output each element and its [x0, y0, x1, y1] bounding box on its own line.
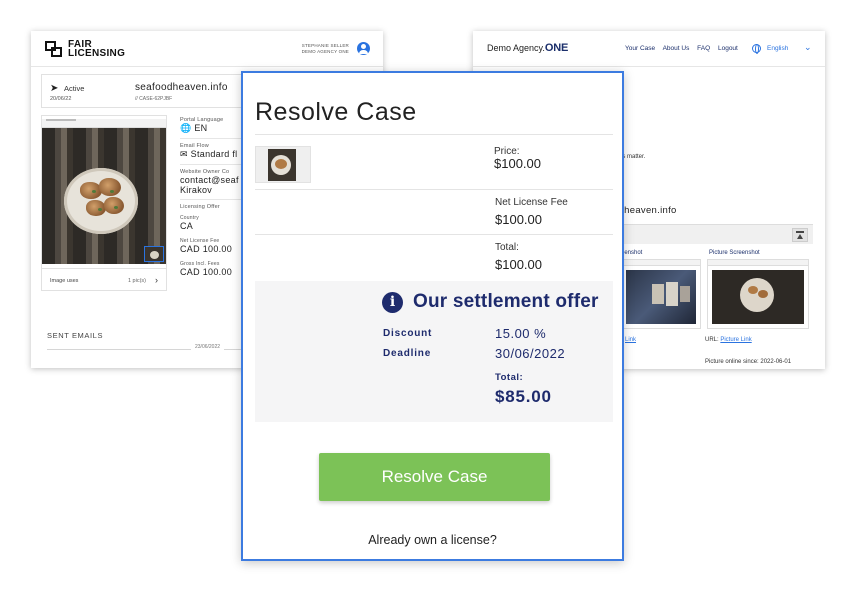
screenshot-link-1[interactable]: Link [625, 337, 636, 343]
chevron-right-icon: › [155, 275, 158, 285]
fl-header: FAIR LICENSING STEPHANIE SELLER DEMO AGE… [31, 31, 383, 67]
fl-case-row[interactable]: ➤ Active 20/06/22 seafoodheaven.info // … [41, 74, 271, 108]
website-screenshot[interactable] [621, 259, 701, 329]
fl-case-date: 20/06/22 [50, 96, 72, 102]
nav-faq[interactable]: FAQ [697, 45, 710, 52]
food-photo [42, 128, 166, 264]
resolve-case-dialog: Resolve Case Price: $100.00 Net License … [241, 71, 624, 561]
price-value: $100.00 [494, 156, 541, 171]
fl-case-info: Portal Language 🌐 EN Email Flow ✉ Standa… [180, 117, 270, 277]
upload-icon[interactable] [792, 228, 808, 242]
da-nav: Your Case About Us FAQ Logout [625, 45, 744, 52]
resolve-case-button[interactable]: Resolve Case [319, 453, 550, 501]
fl-image-card[interactable]: Image uses 1 pic(s) › [41, 115, 167, 291]
mail-icon: ✉ [180, 149, 188, 159]
fl-image-thumbnail[interactable] [144, 246, 164, 262]
nav-logout[interactable]: Logout [718, 45, 738, 52]
composite-stage: FAIR LICENSING STEPHANIE SELLER DEMO AGE… [0, 0, 859, 600]
screenshot-title-2: Picture Screenshot [709, 250, 760, 256]
picture-online-since: Picture online since: 2022-06-01 [705, 359, 792, 365]
screenshot-title-1: eenshot [621, 250, 643, 256]
net-license-fee-value: $100.00 [495, 212, 542, 227]
discount-label: Discount [383, 328, 433, 339]
gross-fee-value: CAD 100.00 [180, 267, 233, 277]
already-own-license-link[interactable]: Already own a license? [243, 533, 622, 547]
fl-image-uses[interactable]: Image uses 1 pic(s) › [42, 268, 166, 290]
fl-image-uses-count: 1 pic(s) [127, 278, 146, 284]
fl-image-uses-label: Image uses [50, 278, 79, 284]
da-screenshot-toolbar [613, 224, 813, 244]
globe-icon [752, 44, 761, 54]
fl-case-id: // CASE-62PJBF [135, 96, 173, 102]
settlement-offer-panel: i Our settlement offer Discount 15.00 % … [255, 281, 613, 422]
email-flow-value: ✉ Standard fl [180, 149, 238, 159]
nav-your-case[interactable]: Your Case [625, 45, 655, 52]
fair-licensing-logo-icon [45, 41, 63, 57]
fl-image-browser-bar [42, 119, 166, 128]
offer-total-label: Total: [495, 372, 524, 383]
timeline-date: 23/06/2022 [191, 344, 225, 350]
owner-contact-name: Kirakov [180, 185, 213, 195]
globe-icon: 🌐 [180, 123, 192, 133]
net-license-fee-label: Net License Fee [495, 197, 568, 208]
net-fee-value: CAD 100.00 [180, 244, 233, 254]
chevron-down-icon[interactable]: ⌄ [804, 42, 812, 53]
divider [255, 189, 613, 190]
fair-licensing-logo[interactable]: FAIR LICENSING [45, 39, 126, 59]
sent-emails-heading: SENT EMAILS [47, 331, 104, 340]
page-title: Resolve Case [255, 98, 417, 126]
deadline-label: Deadline [383, 348, 432, 359]
language-selector[interactable]: English [767, 45, 788, 52]
owner-contact-email: contact@seaf [180, 175, 239, 185]
picture-screenshot[interactable] [707, 259, 809, 329]
send-icon: ➤ [50, 83, 59, 94]
total-value: $100.00 [495, 257, 542, 272]
settlement-offer-title: Our settlement offer [413, 291, 599, 312]
case-image-thumbnail[interactable] [255, 146, 311, 183]
divider [255, 134, 613, 135]
deadline-value: 30/06/2022 [495, 346, 566, 361]
fl-case-status: Active [64, 84, 85, 93]
da-header: Demo Agency.ONE Your Case About Us FAQ L… [473, 31, 825, 67]
fl-user-org: DEMO AGENCY ONE [301, 49, 349, 54]
portal-language-value: 🌐 EN [180, 123, 208, 133]
discount-value: 15.00 % [495, 326, 547, 341]
da-fragment-matter: is matter. [621, 154, 646, 160]
info-icon: i [382, 292, 403, 313]
divider [255, 234, 613, 235]
licensing-offer-label: Licensing Offer [180, 204, 220, 210]
fl-case-domain: seafoodheaven.info [135, 82, 228, 93]
picture-url: URL: Picture Link [705, 337, 752, 343]
country-value: CA [180, 221, 194, 231]
fl-logo-text: FAIR LICENSING [68, 39, 126, 59]
offer-total-value: $85.00 [495, 387, 552, 406]
fl-user-info: STEPHANIE SELLER DEMO AGENCY ONE [302, 43, 349, 55]
picture-link[interactable]: Picture Link [720, 337, 751, 343]
demo-agency-logo[interactable]: Demo Agency.ONE [487, 42, 568, 54]
user-avatar-icon[interactable] [357, 42, 370, 55]
nav-about-us[interactable]: About Us [663, 45, 690, 52]
total-label: Total: [495, 242, 519, 253]
